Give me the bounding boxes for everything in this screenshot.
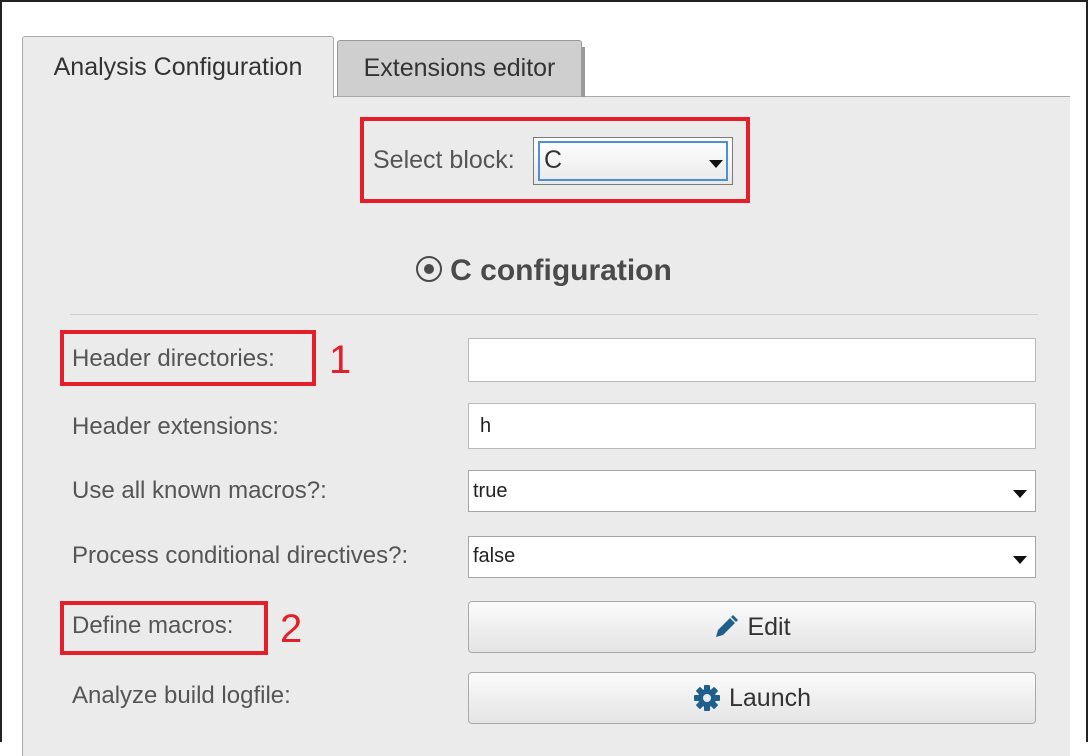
annotation-marker-2: 2	[280, 607, 303, 651]
use-all-known-macros-dropdown[interactable]	[468, 470, 1036, 512]
annotation-box-2	[60, 601, 268, 655]
pencil-icon	[716, 615, 739, 637]
chevron-down-icon[interactable]	[1013, 490, 1027, 498]
header-directories-input[interactable]	[468, 338, 1036, 382]
tab-extensions-editor[interactable]: Extensions editor	[337, 40, 585, 97]
header-extensions-value: h	[480, 415, 492, 437]
gear-icon	[693, 685, 720, 711]
process-conditional-directives-label: Process conditional directives?:	[72, 542, 409, 569]
edit-macros-button[interactable]: Edit	[468, 601, 1036, 653]
launch-build-analysis-button[interactable]: Launch	[468, 672, 1036, 724]
header-extensions-label: Header extensions:	[72, 413, 279, 440]
edit-button-label: Edit	[747, 612, 791, 641]
process-conditional-directives-dropdown[interactable]	[468, 536, 1036, 578]
process-conditional-directives-value: false	[473, 545, 516, 567]
section-title: C configuration	[0, 252, 1088, 290]
target-icon	[416, 256, 443, 283]
divider	[70, 314, 1038, 315]
use-all-known-macros-label: Use all known macros?:	[72, 477, 327, 504]
tab-analysis-configuration[interactable]: Analysis Configuration	[22, 36, 334, 98]
use-all-known-macros-value: true	[473, 480, 508, 502]
launch-button-label: Launch	[728, 683, 812, 712]
analyze-build-logfile-label: Analyze build logfile:	[72, 682, 291, 709]
header-extensions-input[interactable]	[468, 403, 1036, 449]
annotation-marker-1: 1	[329, 338, 352, 382]
annotation-box-select-block	[360, 117, 750, 203]
annotation-box-1	[60, 330, 316, 386]
section-title-text: C configuration	[450, 254, 672, 287]
chevron-down-icon[interactable]	[1013, 556, 1027, 564]
